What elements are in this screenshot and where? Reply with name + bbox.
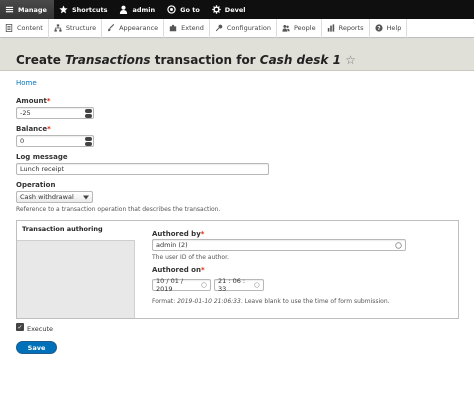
stepper-up-icon[interactable] — [85, 109, 92, 113]
date-picker-icon — [201, 282, 207, 288]
toolbar-user[interactable]: admin — [114, 0, 162, 19]
authored-on-date-input[interactable]: 10 / 01 / 2019 — [152, 277, 211, 293]
page-title-entity: Transactions — [65, 53, 151, 67]
tray-item-people[interactable]: People — [277, 18, 322, 38]
toolbar-devel[interactable]: Devel — [207, 0, 253, 19]
autocomplete-icon — [395, 241, 402, 249]
tray-item-structure[interactable]: Structure — [49, 18, 103, 38]
tray-item-extend[interactable]: Extend — [164, 18, 210, 38]
balance-label-text: Balance — [16, 125, 48, 133]
menu-icon — [5, 6, 14, 13]
gear-icon — [212, 5, 221, 14]
puzzle-icon — [169, 24, 177, 32]
admin-menu-tray: Content Structure Appearance Extend Conf… — [0, 18, 474, 38]
wrench-icon — [215, 24, 223, 32]
stepper-down-icon[interactable] — [85, 142, 92, 146]
required-mark: * — [47, 125, 51, 133]
tray-item-appearance-label: Appearance — [119, 24, 159, 32]
authored-by-label: Authored by* — [152, 230, 204, 238]
amount-label-text: Amount — [16, 97, 47, 105]
time-picker-icon — [254, 282, 260, 288]
log-message-input[interactable]: Lunch receipt — [16, 163, 269, 175]
date-value: 10 / 01 / 2019 — [156, 277, 184, 293]
authored-on-label-text: Authored on — [152, 266, 201, 274]
tray-item-content-label: Content — [17, 24, 43, 32]
people-icon — [282, 24, 290, 32]
operation-label: Operation — [16, 181, 56, 189]
breadcrumb-home[interactable]: Home — [16, 79, 37, 87]
user-icon — [120, 5, 128, 14]
tray-item-reports[interactable]: Reports — [322, 18, 370, 38]
tray-item-help-label: Help — [386, 24, 402, 32]
tray-item-extend-label: Extend — [181, 24, 204, 32]
operation-value: Cash withdrawal — [20, 193, 74, 201]
tray-item-reports-label: Reports — [338, 24, 364, 32]
format-prefix: Format: — [152, 298, 178, 305]
page-title: Create Transactions transaction for Cash… — [16, 53, 356, 67]
required-mark: * — [200, 230, 205, 238]
star-icon — [59, 5, 68, 14]
authored-by-input[interactable]: admin (2) — [152, 239, 406, 251]
authored-on-description: Format: 2019-01-10 21:06:33. Leave blank… — [152, 298, 390, 305]
paintbrush-icon — [108, 24, 115, 32]
authored-by-label-text: Authored by — [152, 230, 201, 238]
authored-by-value: admin (2) — [156, 241, 188, 249]
toolbar-user-label: admin — [132, 5, 156, 14]
save-button[interactable]: Save — [16, 341, 57, 354]
balance-label: Balance* — [16, 125, 51, 133]
page-title-prefix: Create — [16, 53, 66, 67]
checkmark-icon: ✓ — [17, 323, 23, 331]
toolbar-shortcuts[interactable]: Shortcuts — [54, 0, 115, 19]
tray-item-people-label: People — [293, 24, 316, 32]
svg-text:?: ? — [377, 26, 380, 32]
toolbar-goto-label: Go to — [180, 5, 200, 14]
tray-item-configuration[interactable]: Configuration — [210, 18, 277, 38]
content-icon — [5, 24, 13, 32]
balance-stepper[interactable] — [85, 137, 92, 146]
time-value: 21 : 06 : 33 — [218, 277, 246, 293]
log-message-value: Lunch receipt — [20, 165, 65, 173]
balance-input[interactable]: 0 — [16, 135, 94, 147]
log-message-label: Log message — [16, 153, 68, 161]
operation-select[interactable]: Cash withdrawal — [16, 191, 93, 203]
toolbar-shortcuts-label: Shortcuts — [71, 5, 108, 14]
goto-icon — [167, 5, 176, 14]
tab-transaction-authoring[interactable]: Transaction authoring — [17, 221, 135, 241]
toolbar-manage[interactable]: Manage — [0, 0, 54, 19]
toolbar-devel-label: Devel — [224, 5, 246, 14]
amount-value: -25 — [20, 109, 31, 117]
amount-stepper[interactable] — [85, 109, 92, 118]
format-example: 2019-01-10 21:06:33 — [177, 298, 241, 305]
bar-chart-icon — [327, 24, 334, 32]
required-mark: * — [46, 97, 51, 105]
tray-item-structure-label: Structure — [65, 24, 97, 32]
page-title-middle: transaction for — [150, 53, 260, 67]
structure-icon — [54, 24, 62, 32]
shortcut-star-icon[interactable]: ☆ — [345, 53, 356, 67]
authored-on-time-input[interactable]: 21 : 06 : 33 — [214, 277, 264, 293]
operation-description: Reference to a transaction operation tha… — [16, 206, 221, 213]
help-icon: ? — [374, 24, 383, 32]
authored-by-description: The user ID of the author. — [152, 254, 229, 261]
stepper-down-icon[interactable] — [85, 114, 92, 118]
balance-value: 0 — [20, 137, 25, 145]
authored-on-label: Authored on* — [152, 266, 205, 274]
chevron-down-icon — [83, 195, 89, 199]
execute-label[interactable]: Execute — [27, 325, 53, 333]
tray-item-content[interactable]: Content — [0, 18, 49, 38]
tray-item-appearance[interactable]: Appearance — [102, 18, 165, 38]
page-title-target: Cash desk 1 — [259, 53, 341, 67]
format-suffix: . Leave blank to use the time of form su… — [240, 298, 390, 305]
amount-label: Amount* — [16, 97, 51, 105]
execute-checkbox[interactable]: ✓ — [16, 323, 24, 331]
tray-item-configuration-label: Configuration — [226, 24, 271, 32]
required-mark: * — [200, 266, 205, 274]
stepper-up-icon[interactable] — [85, 137, 92, 141]
admin-toolbar: Manage Shortcuts admin Go to Devel — [0, 0, 474, 19]
amount-input[interactable]: -25 — [16, 107, 94, 119]
toolbar-manage-label: Manage — [18, 5, 47, 14]
toolbar-goto[interactable]: Go to — [162, 0, 207, 19]
tray-item-help[interactable]: ? Help — [370, 18, 408, 38]
